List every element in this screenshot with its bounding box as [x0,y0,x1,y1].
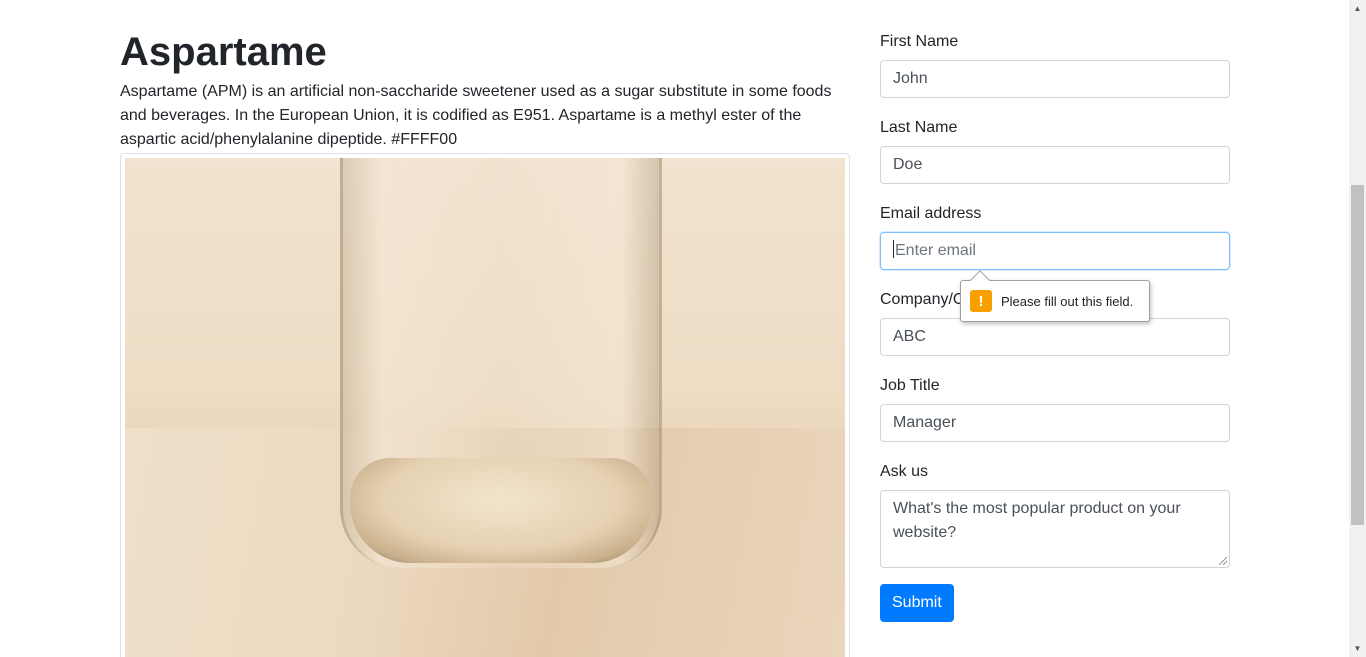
last-name-group: Last Name Doe [880,116,1230,184]
job-title-group: Job Title Manager [880,374,1230,442]
product-image-frame [120,153,850,657]
submit-button[interactable]: Submit [880,584,954,622]
article-description: Aspartame (APM) is an artificial non-sac… [120,83,832,148]
resize-grip-icon[interactable] [1219,557,1227,565]
ask-us-text: What's the most popular product on your … [893,500,1181,541]
contact-form: First Name John Last Name Doe Email addr… [880,30,1230,622]
first-name-label: First Name [880,33,959,50]
email-input[interactable]: Enter email [880,232,1230,270]
page-title: Aspartame [120,30,327,74]
powder-sample [350,458,652,563]
email-group: Email address Enter email [880,202,1230,270]
text-caret [893,240,894,258]
article: Aspartame Aspartame (APM) is an artifici… [120,30,850,152]
scroll-down-icon[interactable]: ▼ [1349,640,1366,657]
company-input[interactable]: ABC [880,318,1230,356]
email-label: Email address [880,205,982,222]
last-name-input[interactable]: Doe [880,146,1230,184]
job-title-input[interactable]: Manager [880,404,1230,442]
validation-tooltip: ! Please fill out this field. [960,280,1150,322]
warning-icon: ! [970,290,992,312]
validation-message: Please fill out this field. [1001,293,1134,309]
email-placeholder: Enter email [895,242,976,259]
scrollbar-thumb[interactable] [1351,185,1364,525]
aspartame-photo [125,158,845,657]
last-name-label: Last Name [880,119,958,136]
ask-us-label: Ask us [880,463,929,480]
first-name-input[interactable]: John [880,60,1230,98]
page-scrollbar[interactable]: ▲ ▼ [1349,0,1366,657]
job-title-label: Job Title [880,377,940,394]
first-name-group: First Name John [880,30,1230,98]
scroll-up-icon[interactable]: ▲ [1349,0,1366,17]
ask-us-group: Ask us What's the most popular product o… [880,460,1230,568]
ask-us-textarea[interactable]: What's the most popular product on your … [880,490,1230,568]
